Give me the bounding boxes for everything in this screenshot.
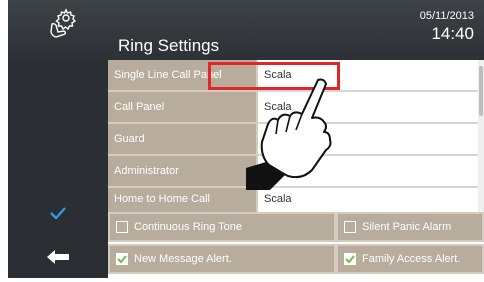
row-label: Call Panel [108, 92, 258, 124]
checkbox[interactable] [344, 221, 356, 233]
back-arrow-icon [47, 250, 69, 264]
row-label: Administrator [108, 156, 258, 188]
screen: Ring Settings 05/11/2013 14:40 Single Li… [8, 0, 484, 278]
option-label: Family Access Alert. [362, 253, 461, 265]
time-display: 14:40 [431, 24, 474, 43]
option-label: New Message Alert. [134, 253, 232, 265]
header: Ring Settings 05/11/2013 14:40 [8, 0, 484, 60]
check-icon [345, 255, 355, 263]
family-access-alert-option[interactable]: Family Access Alert. [336, 244, 484, 274]
sidebar [8, 60, 108, 278]
gear-icon[interactable] [46, 6, 80, 40]
device-frame: Ring Settings 05/11/2013 14:40 Single Li… [0, 0, 484, 282]
checkmark-icon [50, 207, 66, 219]
check-icon [117, 255, 127, 263]
option-label: Continuous Ring Tone [134, 221, 243, 233]
pointing-hand-icon [246, 78, 332, 190]
checkbox-checked[interactable] [344, 253, 356, 265]
option-label: Silent Panic Alarm [362, 221, 452, 233]
list-scrollbar[interactable] [478, 60, 484, 212]
row-label: Home to Home Call [108, 188, 258, 212]
checkbox[interactable] [116, 221, 128, 233]
silent-panic-alarm-option[interactable]: Silent Panic Alarm [336, 212, 484, 242]
back-button[interactable] [8, 240, 108, 274]
continuous-ring-tone-option[interactable]: Continuous Ring Tone [108, 212, 336, 242]
scrollbar-thumb[interactable] [479, 66, 483, 116]
confirm-button[interactable] [8, 196, 108, 230]
page-title: Ring Settings [118, 36, 220, 55]
new-message-alert-option[interactable]: New Message Alert. [108, 244, 336, 274]
row-label: Guard [108, 124, 258, 156]
checkbox-checked[interactable] [116, 253, 128, 265]
date-display: 05/11/2013 [419, 10, 474, 22]
